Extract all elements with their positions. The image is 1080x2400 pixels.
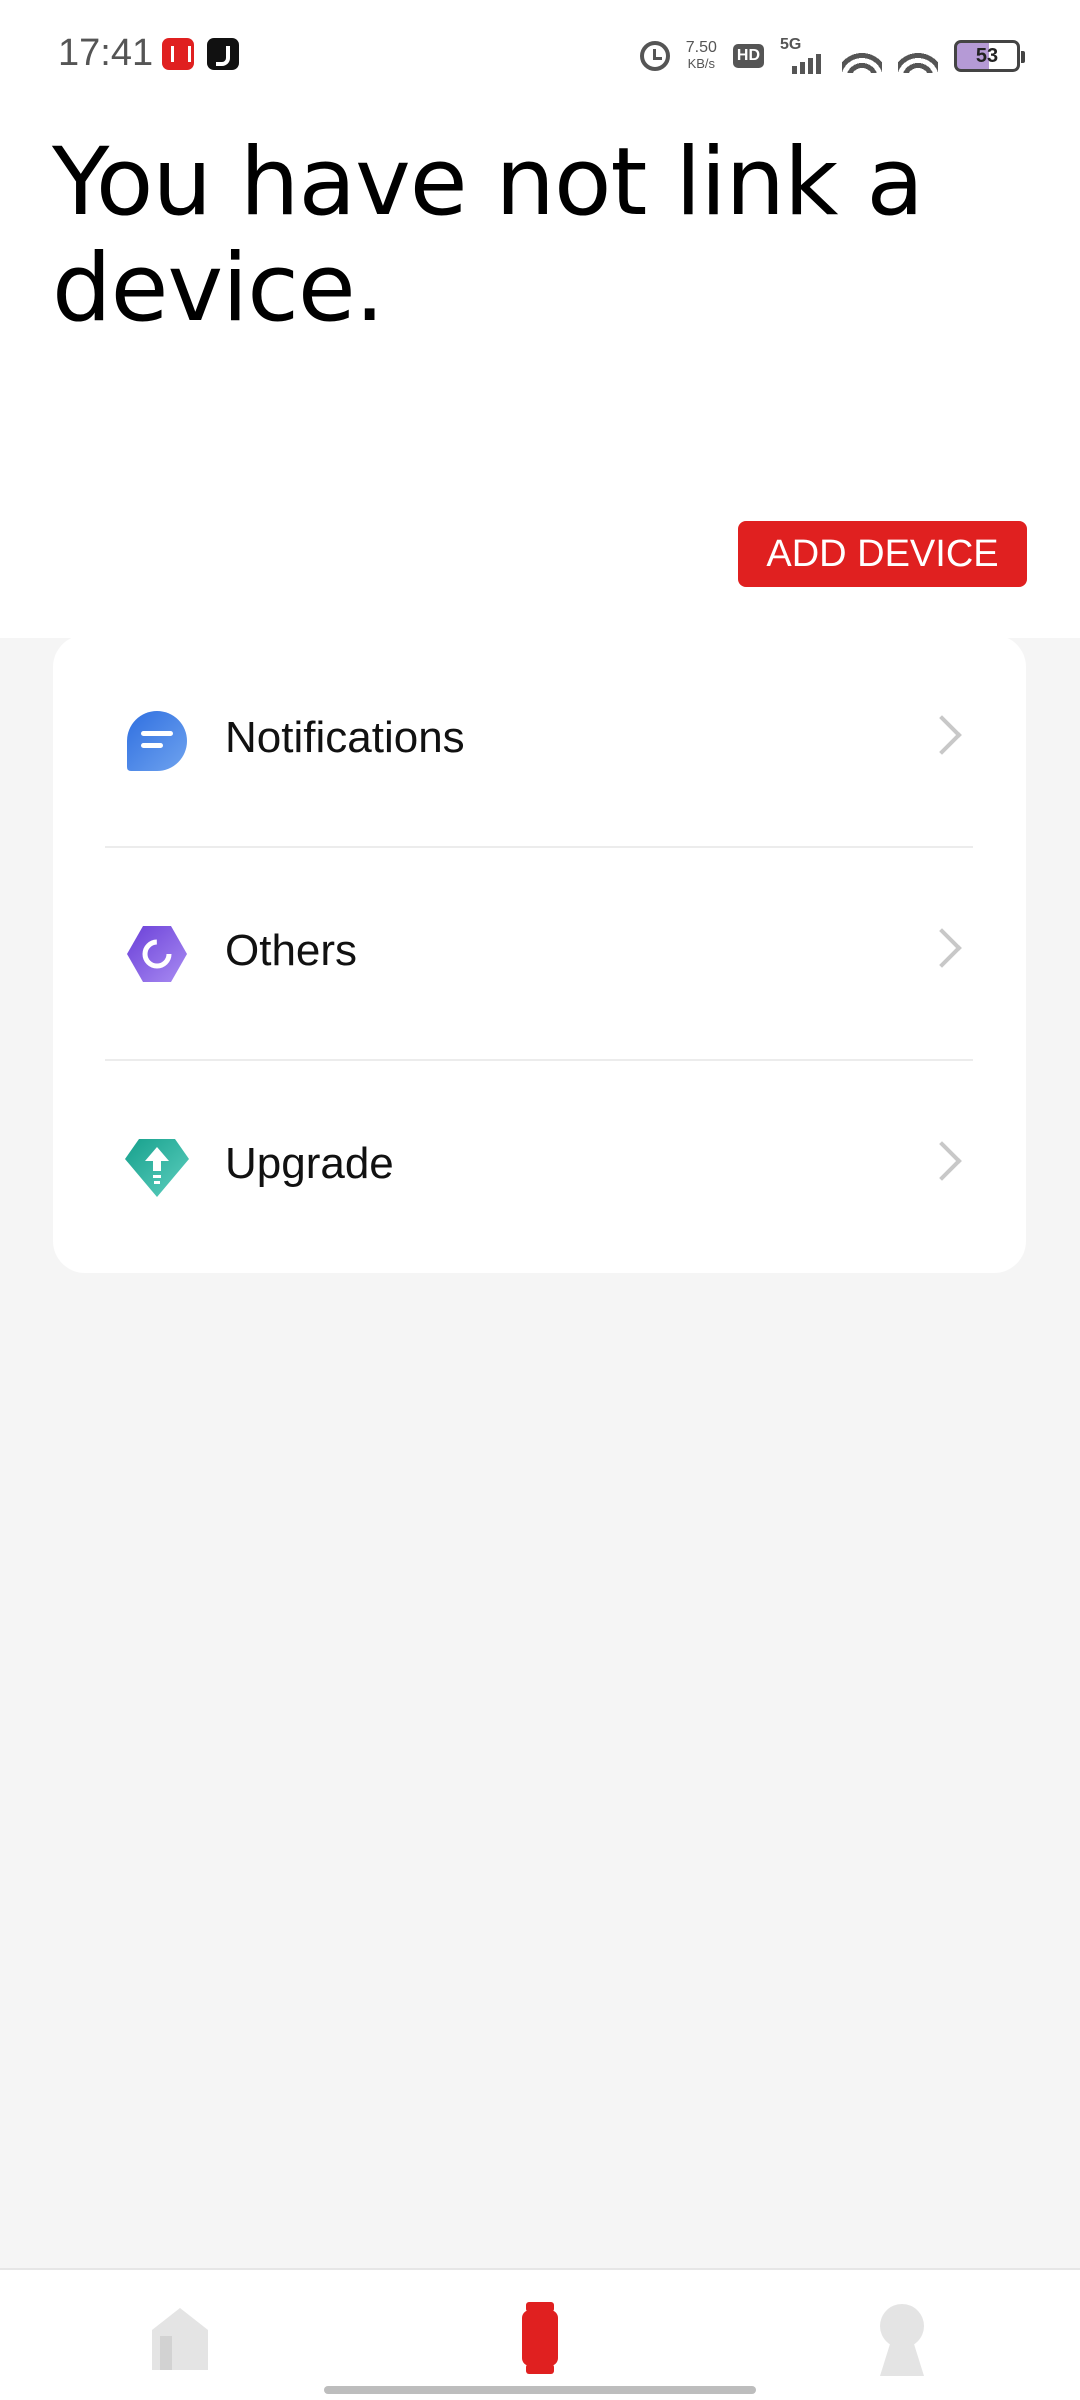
wifi-icon [898,39,938,73]
profile-icon[interactable] [862,2298,942,2378]
status-bar: 17:41 7.50 KB/s HD 5G 53 [0,0,1080,110]
net-speed-unit: KB/s [687,56,716,71]
tiktok-icon [207,38,239,70]
menu-card: Notifications Others Upgrade [53,635,1026,1273]
battery-icon: 53 [954,40,1025,72]
network-speed: 7.50 KB/s [686,40,717,72]
signal-icon: 5G [780,36,826,76]
wifi-calling-icon [842,39,882,73]
bottom-nav [0,2268,1080,2400]
alarm-icon [639,41,670,71]
menu-item-others[interactable]: Others [53,848,1026,1060]
status-icons: 7.50 KB/s HD 5G 53 [639,34,1025,78]
page-title: You have not link a device. [52,128,924,343]
menu-item-label: Upgrade [225,1139,394,1188]
app-badge-icon [162,38,194,70]
menu-item-label: Others [225,926,358,975]
upgrade-icon [125,1139,189,1197]
battery-level: 53 [975,44,999,67]
menu-item-label: Notifications [225,713,465,762]
chevron-right-icon [922,715,962,755]
home-icon[interactable] [140,2298,220,2378]
hd-icon: HD [732,44,764,68]
status-time: 17:41 [58,32,154,74]
menu-item-upgrade[interactable]: Upgrade [53,1061,1026,1273]
net-speed-value: 7.50 [685,39,717,56]
menu-item-notifications[interactable]: Notifications [53,635,1026,847]
others-icon [127,926,187,982]
add-device-button[interactable]: ADD DEVICE [738,521,1027,587]
network-label: 5G [780,36,802,53]
chevron-right-icon [922,928,962,968]
watch-icon[interactable] [500,2298,580,2378]
home-indicator [324,2386,756,2394]
chevron-right-icon [922,1141,962,1181]
notifications-icon [127,711,187,771]
